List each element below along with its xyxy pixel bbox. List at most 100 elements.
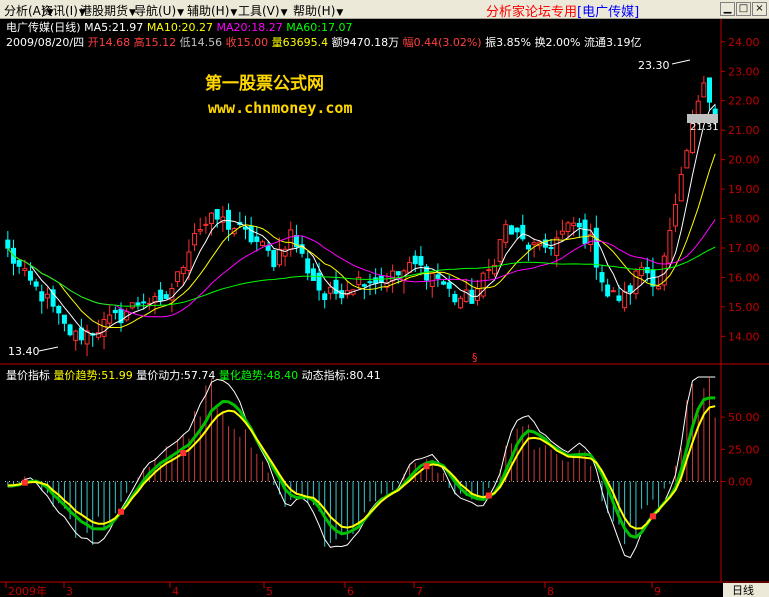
- header-line2-item: 振3.85%: [485, 35, 534, 49]
- candle-body: [684, 150, 690, 169]
- price-tick-label: 24.00: [728, 36, 760, 49]
- candle-body: [16, 260, 22, 267]
- header-line2-item: 开14.68: [88, 36, 134, 49]
- header-line2-item: 换2.00%: [535, 35, 584, 49]
- candle-body: [339, 290, 345, 299]
- header-line1-item: MA60:17.07: [286, 21, 352, 34]
- candle-body: [186, 251, 192, 272]
- indicator-tick-label: 0.00: [728, 476, 753, 489]
- candle-body: [418, 256, 424, 266]
- menu-item-6[interactable]: 帮助(H)▼: [293, 2, 343, 19]
- signal-marker-icon: [485, 492, 492, 499]
- menu-item-4[interactable]: 辅助(H)▼: [187, 2, 237, 19]
- price-tick-label: 16.00: [728, 271, 760, 284]
- price-tick-label: 15.00: [728, 301, 760, 314]
- forum-text: 分析家论坛专用: [486, 5, 578, 20]
- candle-body: [271, 249, 277, 268]
- signal-marker-icon: [21, 479, 28, 486]
- candle-body: [503, 224, 509, 243]
- candle-body: [707, 77, 713, 103]
- candle-body: [373, 277, 379, 284]
- candle-body: [531, 242, 537, 246]
- candle-body: [282, 248, 288, 257]
- candle-body: [644, 267, 650, 274]
- menu-label: 导航(U): [134, 4, 177, 18]
- candle-body: [322, 293, 328, 300]
- candle-body: [576, 222, 582, 228]
- menu-item-2[interactable]: 港股期货▼: [80, 2, 136, 19]
- candle-body: [582, 219, 588, 245]
- restore-button[interactable]: □: [736, 2, 751, 16]
- month-label: 3: [66, 585, 73, 597]
- candle-body: [254, 236, 260, 242]
- header-line1-item: MA10:20.27: [147, 21, 217, 34]
- menu-bar: 分析(A)▼ 资讯(I)▼ 港股期货▼ 导航(U)▼ 辅助(H)▼ 工具(V)▼ 帮助(H)…: [0, 0, 769, 20]
- candle-body: [452, 293, 458, 303]
- month-label: 6: [347, 585, 354, 597]
- price-tick-label: 17.00: [728, 242, 760, 255]
- candle-body: [248, 225, 254, 243]
- indicator-tick-label: 50.00: [728, 411, 760, 424]
- minimize-button[interactable]: ▁: [720, 2, 735, 16]
- chevron-down-icon: ▼: [336, 8, 344, 18]
- candle-body: [412, 255, 418, 265]
- candle-body: [135, 302, 141, 306]
- header-line2-item: 额9470.18万: [332, 36, 403, 49]
- candle-body: [486, 269, 492, 272]
- candle-body: [497, 239, 503, 262]
- signal-marker-icon: [118, 508, 125, 515]
- candle-body: [593, 227, 599, 268]
- indicator-value: 量价趋势:51.99: [54, 369, 137, 382]
- indicator-value: 量化趋势:48.40: [219, 368, 302, 382]
- forum-label: 分析家论坛专用[电广传媒]: [486, 1, 639, 20]
- menu-label: 辅助(H): [187, 4, 230, 18]
- candle-body: [152, 296, 158, 303]
- header-line1-item: MA20:18.27: [217, 21, 287, 34]
- indicator-value: 动态指标:80.41: [302, 368, 381, 382]
- price-tick-label: 19.00: [728, 183, 760, 196]
- candle-body: [525, 244, 531, 250]
- candle-body: [622, 291, 628, 309]
- candle-body: [367, 281, 373, 284]
- stock-chart[interactable]: 24.00 23.00 22.00 21.00 20.00 19.00 18.00 17.00…: [0, 19, 769, 597]
- watermark-url: www.chnmoney.com: [208, 99, 353, 117]
- chevron-down-icon: ▼: [177, 8, 185, 18]
- candle-body: [158, 289, 164, 301]
- candle-body: [214, 209, 220, 220]
- header-line2-item: 低14.56: [180, 36, 226, 49]
- month-label: 8: [547, 585, 554, 597]
- header-line1-item: 电广传媒(日线): [6, 20, 84, 34]
- candle-body: [554, 237, 560, 256]
- menu-item-3[interactable]: 导航(U)▼: [134, 2, 184, 19]
- watermark-title: 第一股票公式网: [205, 73, 324, 94]
- menu-label: 分析(A): [4, 4, 46, 18]
- candle-body: [639, 266, 645, 276]
- candle-body: [310, 268, 316, 281]
- header-line2-item: 收15.00: [226, 35, 272, 49]
- close-button[interactable]: ×: [752, 2, 767, 16]
- header-line2-item: 流通3.19亿: [584, 35, 642, 49]
- indicator-header: 量价指标 量价趋势:51.99 量价动力:57.74 量化趋势:48.40 动态…: [6, 368, 381, 382]
- candle-body: [627, 285, 633, 293]
- candle-body: [209, 212, 215, 224]
- header-line2-item: 量63695.4: [272, 36, 332, 49]
- header-line2-item: 高15.12: [134, 35, 180, 49]
- menu-item-5[interactable]: 工具(V)▼: [238, 2, 288, 19]
- candle-body: [203, 223, 209, 226]
- header-line2-item: 幅0.44(3.02%): [403, 36, 486, 49]
- menu-label: 港股期货: [80, 4, 129, 18]
- candle-body: [610, 290, 616, 293]
- candle-body: [288, 229, 294, 250]
- price-tick-label: 20.00: [728, 154, 760, 167]
- candle-body: [395, 271, 401, 276]
- header-line1: 电广传媒(日线) MA5:21.97 MA10:20.27 MA20:18.27…: [6, 20, 352, 34]
- candle-body: [327, 286, 333, 294]
- price-tick-label: 22.00: [728, 95, 760, 108]
- candle-body: [673, 203, 679, 227]
- candle-body: [27, 270, 33, 281]
- stock-name: [电广传媒]: [577, 5, 640, 20]
- price-tick-label: 14.00: [728, 330, 760, 343]
- month-label: 7: [416, 585, 423, 597]
- candle-body: [61, 314, 67, 324]
- header-line2: 2009/08/20/四 开14.68 高15.12 低14.56 收15.00…: [6, 35, 642, 49]
